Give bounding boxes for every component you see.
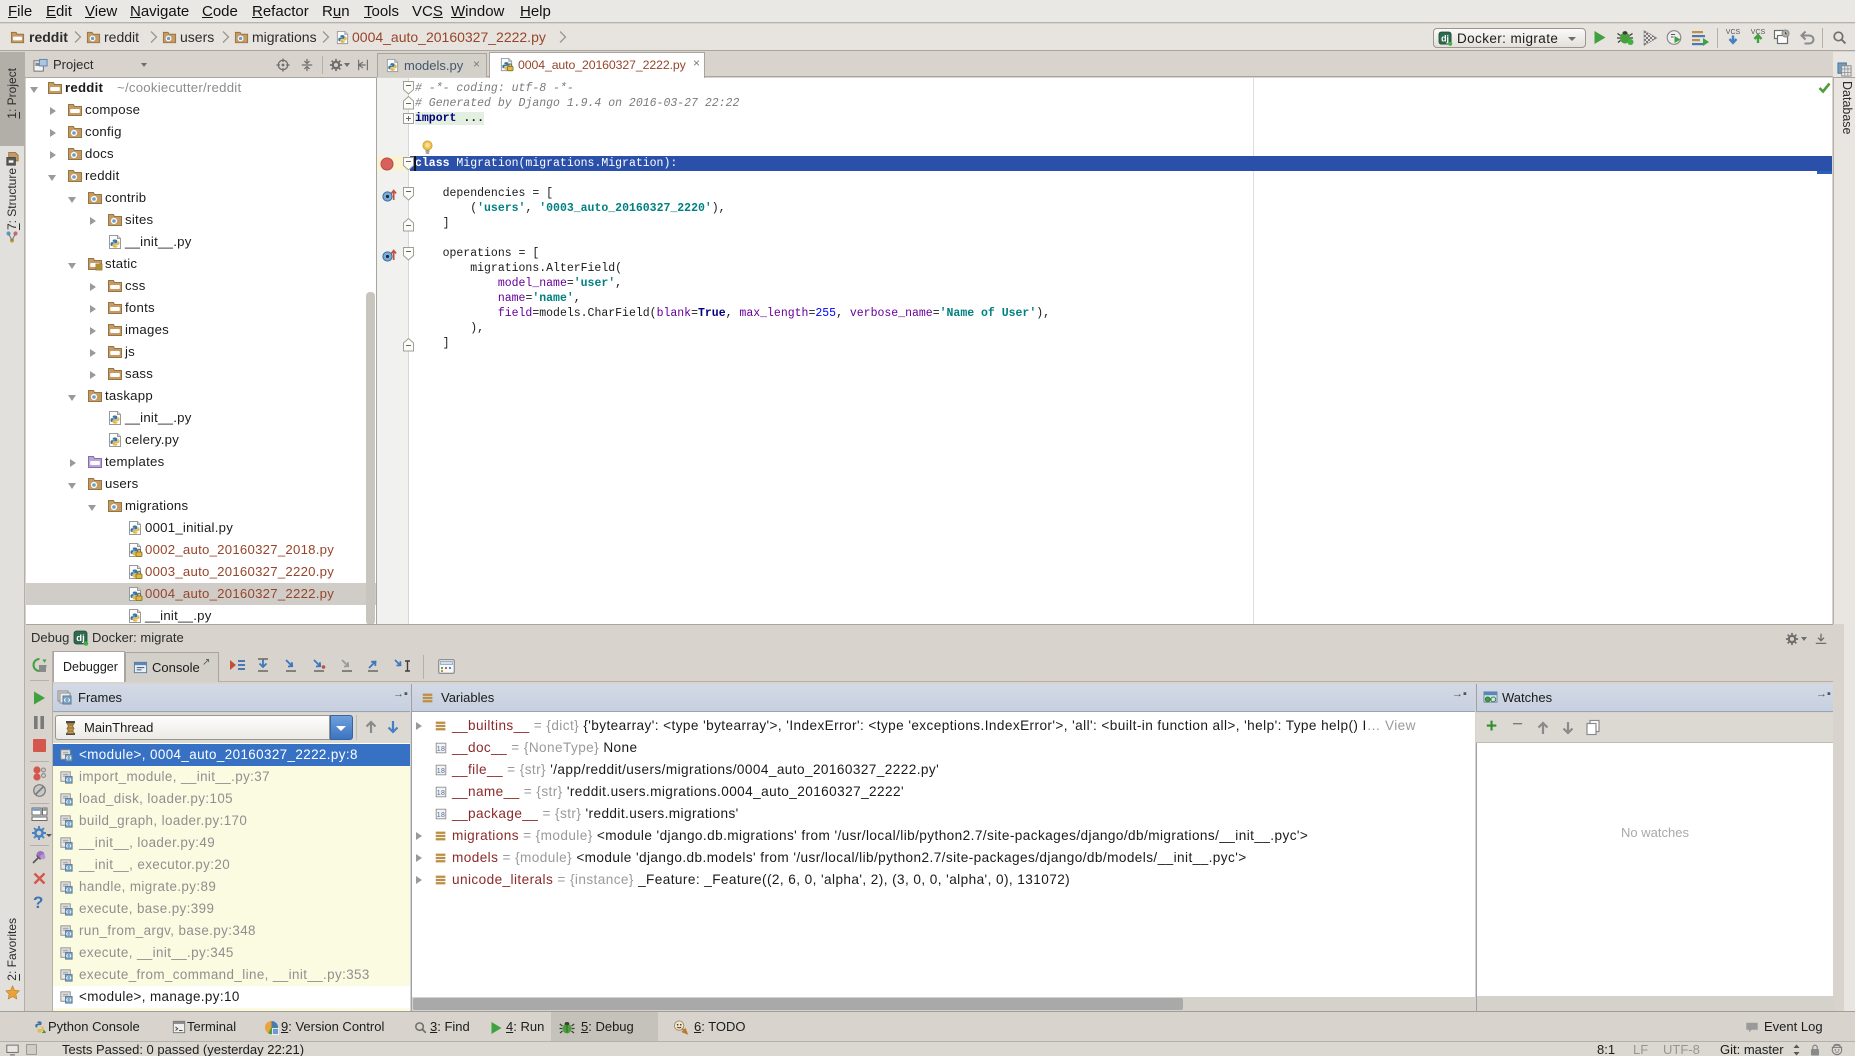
svg-text:VCS: VCS <box>1726 29 1741 36</box>
